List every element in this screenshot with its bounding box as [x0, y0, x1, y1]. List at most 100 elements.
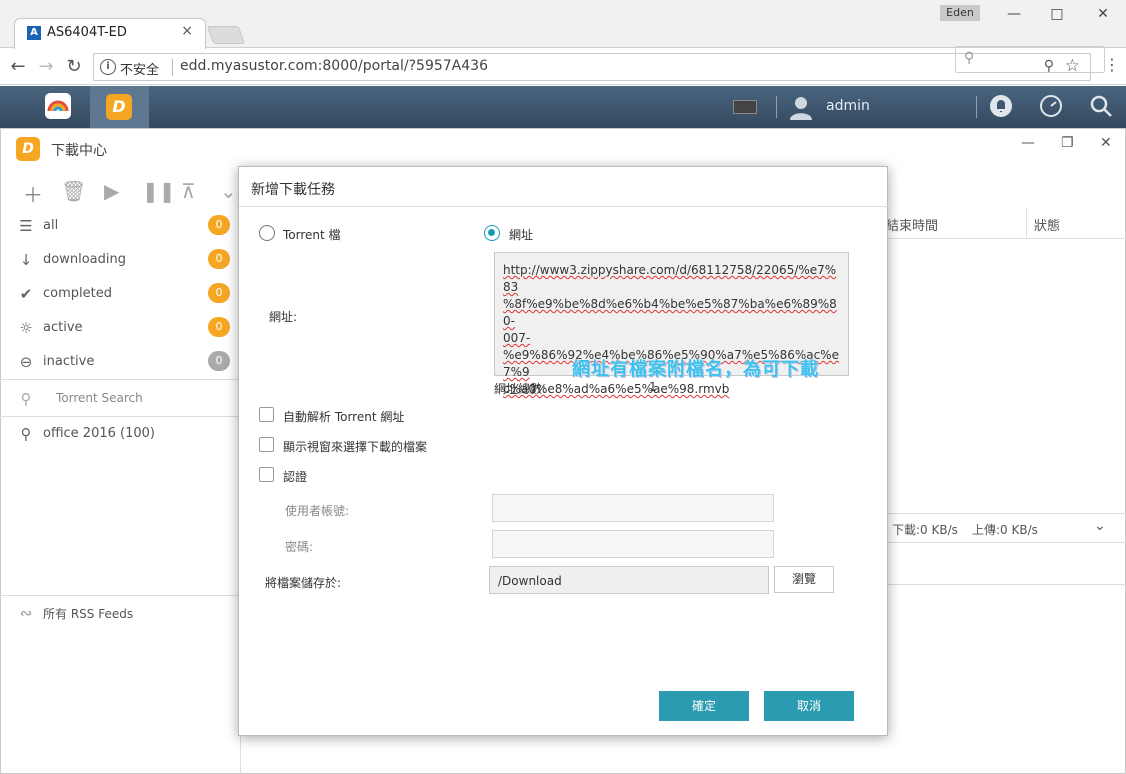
radio-torrent-file[interactable]	[259, 225, 275, 241]
sidebar-item-completed[interactable]: ✔ completed 0	[0, 277, 241, 311]
forward-arrow-icon[interactable]: →	[34, 55, 58, 79]
url-line: 007-	[503, 331, 531, 345]
sidebar-item-all[interactable]: ☰ all 0	[0, 209, 241, 243]
auto-parse-checkbox[interactable]	[259, 407, 274, 422]
password-input[interactable]	[492, 530, 774, 558]
saved-search-item[interactable]: ⚲ office 2016 (100)	[0, 417, 241, 451]
url-line: http://www3.zippyshare.com/d/68112758/22…	[503, 263, 837, 294]
show-window-label: 顯示視窗來選擇下載的檔案	[283, 440, 428, 454]
search-icon[interactable]	[1089, 94, 1113, 118]
bar-divider	[776, 96, 777, 118]
column-divider	[1026, 208, 1027, 238]
torrent-search-placeholder: Torrent Search	[56, 391, 143, 405]
password-label: 密碼:	[285, 540, 314, 554]
trash-icon[interactable]: 🗑	[61, 179, 86, 203]
move-down-icon[interactable]: ⌄	[220, 179, 237, 203]
dialog-title: 新增下載任務	[251, 182, 335, 198]
url-text[interactable]: edd.myasustor.com:8000/portal/?5957A436	[180, 58, 488, 74]
auto-parse-label: 自動解析 Torrent 網址	[283, 410, 405, 424]
show-window-checkbox[interactable]	[259, 437, 274, 452]
back-arrow-icon[interactable]: ←	[6, 55, 30, 79]
minimize-icon[interactable]: —	[1004, 6, 1024, 24]
radio-torrent-label: Torrent 檔	[283, 228, 341, 242]
app-central-icon[interactable]	[45, 93, 71, 119]
address-bar[interactable]: i 不安全 edd.myasustor.com:8000/portal/?595…	[93, 53, 1091, 81]
notification-bell-icon[interactable]	[989, 94, 1013, 118]
url-line: %8f%e9%be%8d%e6%b4%be%e5%87%ba%e6%89%80-	[503, 297, 837, 328]
performance-gauge-icon[interactable]	[1039, 94, 1063, 118]
browser-tab[interactable]: A AS6404T-ED ×	[14, 18, 206, 49]
rss-label: 所有 RSS Feeds	[43, 607, 134, 621]
download-center-icon: D	[106, 94, 132, 120]
add-icon[interactable]: ＋	[23, 179, 43, 208]
save-to-label: 將檔案儲存於:	[265, 576, 342, 590]
restore-icon[interactable]: ❐	[1061, 135, 1074, 151]
column-header-status[interactable]: 狀態	[1034, 215, 1060, 234]
bar-divider	[976, 96, 977, 118]
window-title: 下載中心	[51, 143, 107, 159]
new-tab-button[interactable]	[206, 26, 246, 44]
url-count-label: 網址總數:	[494, 382, 547, 396]
info-icon[interactable]: i	[100, 59, 116, 75]
download-center-taskbar-button[interactable]: D	[90, 86, 149, 128]
auth-checkbox[interactable]	[259, 467, 274, 482]
move-top-icon[interactable]: ⊼	[181, 179, 196, 203]
username-label: 使用者帳號:	[285, 504, 350, 518]
rss-feeds-item[interactable]: ∾ 所有 RSS Feeds	[0, 596, 241, 630]
tab-close-icon[interactable]: ×	[181, 23, 193, 39]
url-count-value: 1	[649, 380, 657, 394]
adm-taskbar: D admin	[0, 86, 1126, 128]
radio-url-label: 網址	[509, 228, 534, 242]
download-speed: 下載:0 KB/s	[892, 523, 958, 537]
arrow-down-icon: ↓	[19, 251, 33, 269]
browser-menu-icon[interactable]: ⋮	[1104, 55, 1120, 74]
upload-speed: 上傳:0 KB/s	[972, 523, 1038, 537]
chevron-down-icon[interactable]: ⌄	[1094, 518, 1106, 534]
sun-icon: ☼	[19, 319, 33, 337]
keyboard-icon[interactable]	[733, 100, 757, 114]
count-badge: 0	[208, 215, 230, 235]
sidebar-item-inactive[interactable]: ⊖ inactive 0	[0, 345, 241, 379]
close-window-icon[interactable]: ✕	[1093, 6, 1113, 24]
insecure-label: 不安全	[120, 63, 160, 78]
column-header-end-time[interactable]: 結束時間	[886, 215, 938, 234]
profile-badge[interactable]: Eden	[940, 5, 980, 21]
address-divider	[172, 59, 173, 76]
sidebar-item-label: all	[43, 218, 59, 233]
count-badge: 0	[208, 249, 230, 269]
dialog-header-divider	[239, 206, 889, 207]
count-badge: 0	[208, 351, 230, 371]
play-icon[interactable]: ▶	[104, 179, 119, 203]
maximize-icon[interactable]: □	[1047, 6, 1067, 24]
sidebar-item-downloading[interactable]: ↓ downloading 0	[0, 243, 241, 277]
sidebar: ☰ all 0 ↓ downloading 0 ✔ completed 0 ☼ …	[0, 208, 241, 774]
asustor-favicon-icon: A	[27, 26, 41, 40]
sidebar-divider	[0, 379, 240, 380]
url-field-label: 網址:	[269, 310, 298, 324]
radio-url[interactable]	[484, 225, 500, 241]
search-icon: ⚲	[964, 50, 975, 66]
user-name[interactable]: admin	[826, 98, 870, 114]
cancel-button[interactable]: 取消	[764, 691, 854, 721]
minus-circle-icon: ⊖	[19, 353, 33, 371]
save-path-field[interactable]: /Download	[489, 566, 769, 594]
user-icon[interactable]	[788, 94, 814, 120]
rss-icon: ∾	[19, 604, 33, 622]
auth-label: 認證	[283, 470, 308, 484]
username-input[interactable]	[492, 494, 774, 522]
close-icon[interactable]: ✕	[1100, 135, 1112, 151]
sidebar-item-label: downloading	[43, 252, 126, 267]
search-icon: ⚲	[20, 425, 32, 443]
minimize-icon[interactable]: —	[1021, 135, 1035, 151]
torrent-search-input[interactable]: ⚲ Torrent Search	[0, 382, 241, 416]
sidebar-item-active[interactable]: ☼ active 0	[0, 311, 241, 345]
sidebar-item-label: active	[43, 320, 83, 335]
task-search-input[interactable]: ⚲	[955, 46, 1105, 73]
browse-button[interactable]: 瀏覽	[774, 566, 834, 593]
pause-icon[interactable]: ❚❚	[142, 179, 176, 203]
search-icon: ⚲	[20, 390, 32, 408]
ok-button[interactable]: 確定	[659, 691, 749, 721]
sidebar-item-label: completed	[43, 286, 112, 301]
reload-icon[interactable]: ↻	[62, 55, 86, 79]
count-badge: 0	[208, 317, 230, 337]
